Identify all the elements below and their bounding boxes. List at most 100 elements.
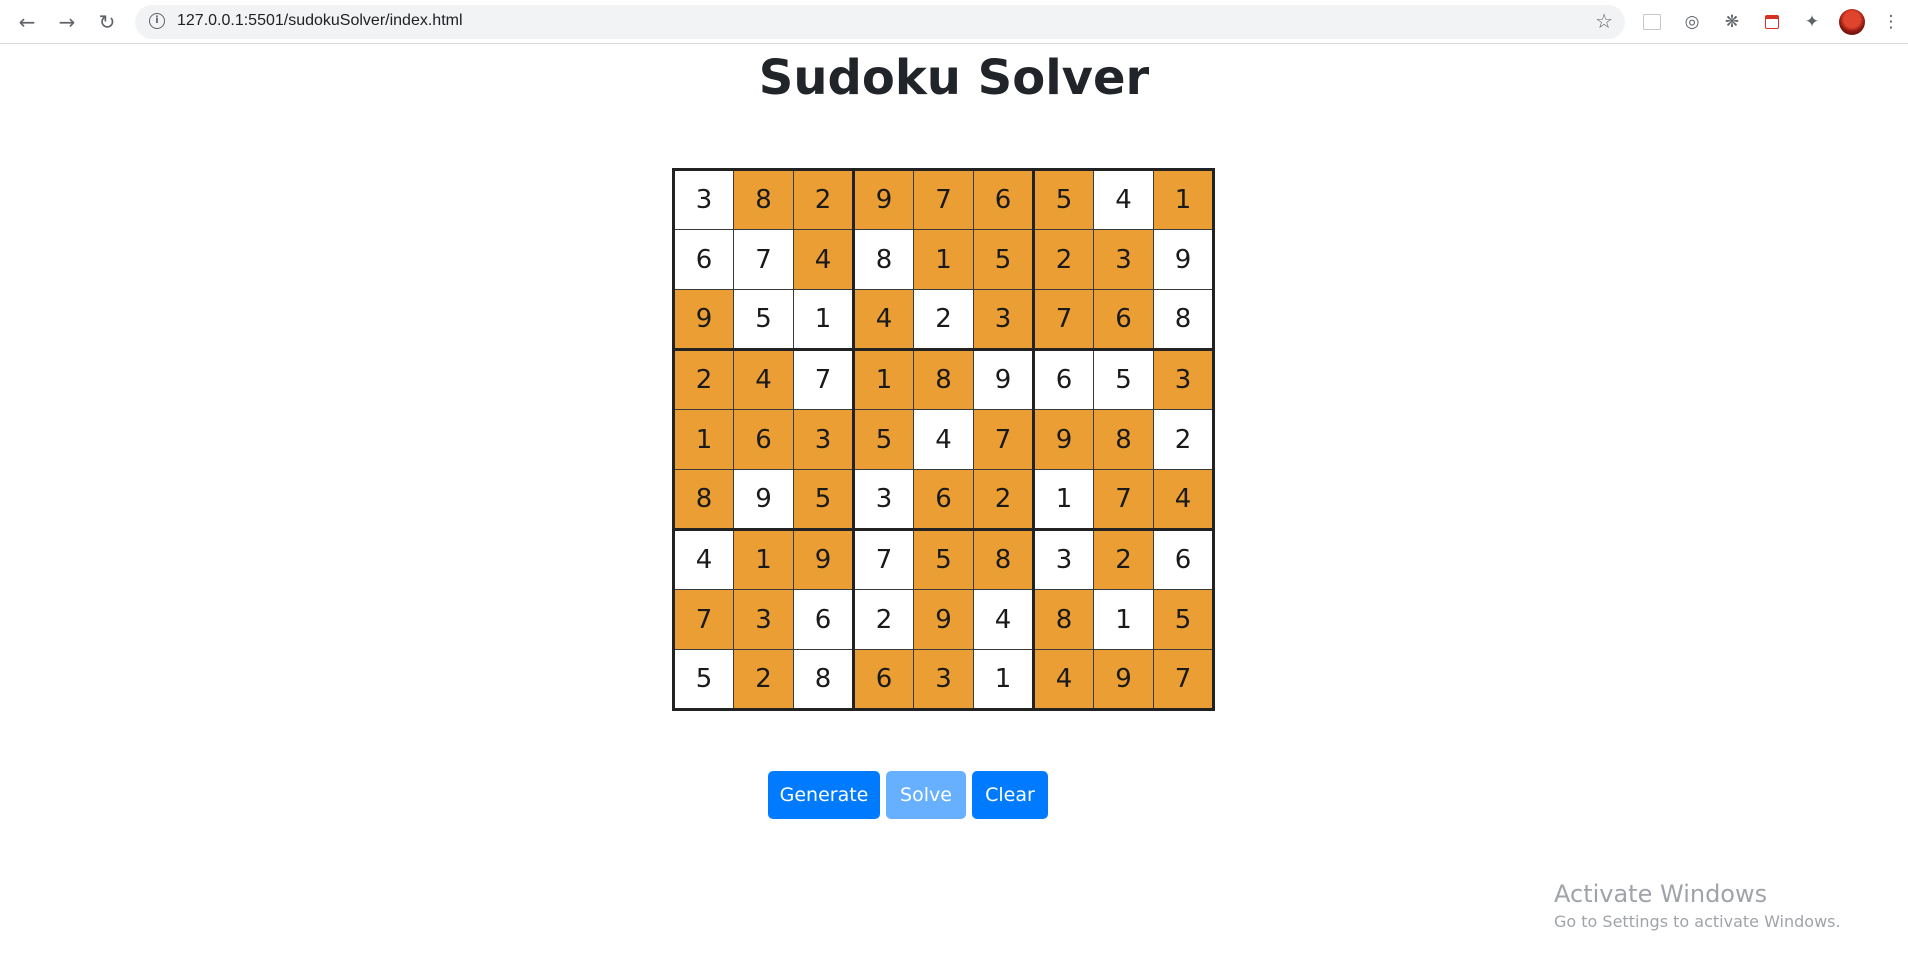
sudoku-cell[interactable]: 5 <box>973 229 1035 290</box>
sudoku-cell[interactable]: 1 <box>1033 469 1094 531</box>
address-url[interactable]: 127.0.0.1:5501/sudokuSolver/index.html <box>177 12 463 30</box>
sudoku-cell[interactable]: 4 <box>733 349 794 410</box>
extension-bug-icon[interactable]: ❋ <box>1719 9 1745 35</box>
sudoku-cell[interactable]: 6 <box>1093 289 1154 351</box>
forward-arrow-icon[interactable]: → <box>53 9 81 35</box>
back-arrow-icon[interactable]: ← <box>13 9 41 35</box>
sudoku-cell[interactable]: 7 <box>733 229 794 290</box>
sudoku-cell[interactable]: 4 <box>793 229 855 290</box>
sudoku-cell[interactable]: 1 <box>913 229 974 290</box>
info-icon[interactable]: i <box>149 13 165 29</box>
sudoku-cell[interactable]: 4 <box>1153 469 1214 531</box>
sudoku-cell[interactable]: 4 <box>913 409 974 470</box>
sudoku-cell[interactable]: 5 <box>913 529 974 590</box>
sudoku-cell[interactable]: 3 <box>793 409 855 470</box>
sudoku-cell[interactable]: 2 <box>1153 409 1214 470</box>
extension-puzzle-icon[interactable]: ✦ <box>1799 9 1825 35</box>
sudoku-cell[interactable]: 6 <box>1033 349 1094 410</box>
sudoku-cell[interactable]: 1 <box>793 289 855 351</box>
sudoku-cell[interactable]: 7 <box>1093 469 1154 531</box>
sudoku-cell[interactable]: 8 <box>793 649 855 710</box>
sudoku-cell[interactable]: 1 <box>853 349 914 410</box>
sudoku-cell[interactable]: 3 <box>673 169 734 230</box>
sudoku-cell[interactable]: 2 <box>1033 229 1094 290</box>
sudoku-cell[interactable]: 2 <box>1093 529 1154 590</box>
sudoku-cell[interactable]: 4 <box>673 529 734 590</box>
sudoku-cell[interactable]: 7 <box>973 409 1035 470</box>
sudoku-cell[interactable]: 7 <box>793 349 855 410</box>
sudoku-cell[interactable]: 6 <box>673 229 734 290</box>
sudoku-cell[interactable]: 7 <box>1033 289 1094 351</box>
extension-target-icon[interactable]: ◎ <box>1679 9 1705 35</box>
sudoku-cell[interactable]: 5 <box>673 649 734 710</box>
sudoku-cell[interactable]: 3 <box>1033 529 1094 590</box>
sudoku-cell[interactable]: 6 <box>1153 529 1214 590</box>
sudoku-cell[interactable]: 3 <box>973 289 1035 351</box>
sudoku-cell[interactable]: 1 <box>1153 169 1214 230</box>
sudoku-cell[interactable]: 4 <box>853 289 914 351</box>
sudoku-cell[interactable]: 3 <box>913 649 974 710</box>
sudoku-cell[interactable]: 5 <box>733 289 794 351</box>
solve-button[interactable]: Solve <box>886 771 966 819</box>
sudoku-cell[interactable]: 6 <box>793 589 855 650</box>
sudoku-cell[interactable]: 5 <box>1153 589 1214 650</box>
sudoku-cell[interactable]: 7 <box>853 529 914 590</box>
profile-avatar[interactable] <box>1839 9 1865 35</box>
extension-icon[interactable] <box>1639 9 1665 35</box>
sudoku-cell[interactable]: 1 <box>973 649 1035 710</box>
sudoku-cell[interactable]: 8 <box>733 169 794 230</box>
sudoku-cell[interactable]: 5 <box>793 469 855 531</box>
sudoku-cell[interactable]: 2 <box>913 289 974 351</box>
sudoku-cell[interactable]: 9 <box>1093 649 1154 710</box>
sudoku-cell[interactable]: 7 <box>1153 649 1214 710</box>
sudoku-cell[interactable]: 1 <box>673 409 734 470</box>
reload-icon[interactable]: ↻ <box>93 9 121 35</box>
sudoku-cell[interactable]: 6 <box>733 409 794 470</box>
generate-button[interactable]: Generate <box>768 771 880 819</box>
sudoku-cell[interactable]: 2 <box>853 589 914 650</box>
sudoku-cell[interactable]: 6 <box>853 649 914 710</box>
sudoku-cell[interactable]: 2 <box>673 349 734 410</box>
sudoku-cell[interactable]: 1 <box>733 529 794 590</box>
sudoku-cell[interactable]: 9 <box>1033 409 1094 470</box>
sudoku-cell[interactable]: 9 <box>973 349 1035 410</box>
sudoku-cell[interactable]: 9 <box>793 529 855 590</box>
sudoku-cell[interactable]: 9 <box>673 289 734 351</box>
calendar-extension-icon[interactable] <box>1759 9 1785 35</box>
sudoku-cell[interactable]: 7 <box>913 169 974 230</box>
sudoku-cell[interactable]: 8 <box>853 229 914 290</box>
sudoku-cell[interactable]: 8 <box>1153 289 1214 351</box>
sudoku-cell[interactable]: 4 <box>1033 649 1094 710</box>
sudoku-cell[interactable]: 3 <box>1153 349 1214 410</box>
sudoku-cell[interactable]: 5 <box>1093 349 1154 410</box>
sudoku-cell[interactable]: 3 <box>853 469 914 531</box>
sudoku-cell[interactable]: 7 <box>673 589 734 650</box>
more-vert-icon[interactable]: ⋮ <box>1878 9 1904 35</box>
sudoku-cell[interactable]: 8 <box>1033 589 1094 650</box>
sudoku-cell[interactable]: 3 <box>733 589 794 650</box>
sudoku-cell[interactable]: 1 <box>1093 589 1154 650</box>
sudoku-cell[interactable]: 5 <box>853 409 914 470</box>
sudoku-cell[interactable]: 9 <box>853 169 914 230</box>
sudoku-cell[interactable]: 9 <box>1153 229 1214 290</box>
sudoku-row: 382976541 <box>673 169 1214 230</box>
clear-button[interactable]: Clear <box>972 771 1048 819</box>
sudoku-cell[interactable]: 9 <box>733 469 794 531</box>
sudoku-cell[interactable]: 3 <box>1093 229 1154 290</box>
sudoku-cell[interactable]: 9 <box>913 589 974 650</box>
sudoku-cell[interactable]: 5 <box>1033 169 1094 230</box>
sudoku-cell[interactable]: 6 <box>913 469 974 531</box>
watermark-title: Activate Windows <box>1554 880 1768 908</box>
sudoku-cell[interactable]: 4 <box>1093 169 1154 230</box>
sudoku-cell[interactable]: 8 <box>973 529 1035 590</box>
address-bar[interactable]: i 127.0.0.1:5501/sudokuSolver/index.html… <box>135 5 1625 39</box>
sudoku-cell[interactable]: 4 <box>973 589 1035 650</box>
sudoku-cell[interactable]: 8 <box>673 469 734 531</box>
sudoku-cell[interactable]: 2 <box>733 649 794 710</box>
sudoku-cell[interactable]: 6 <box>973 169 1035 230</box>
sudoku-cell[interactable]: 8 <box>913 349 974 410</box>
star-icon[interactable]: ☆ <box>1595 9 1613 33</box>
sudoku-cell[interactable]: 2 <box>793 169 855 230</box>
sudoku-cell[interactable]: 8 <box>1093 409 1154 470</box>
sudoku-cell[interactable]: 2 <box>973 469 1035 531</box>
